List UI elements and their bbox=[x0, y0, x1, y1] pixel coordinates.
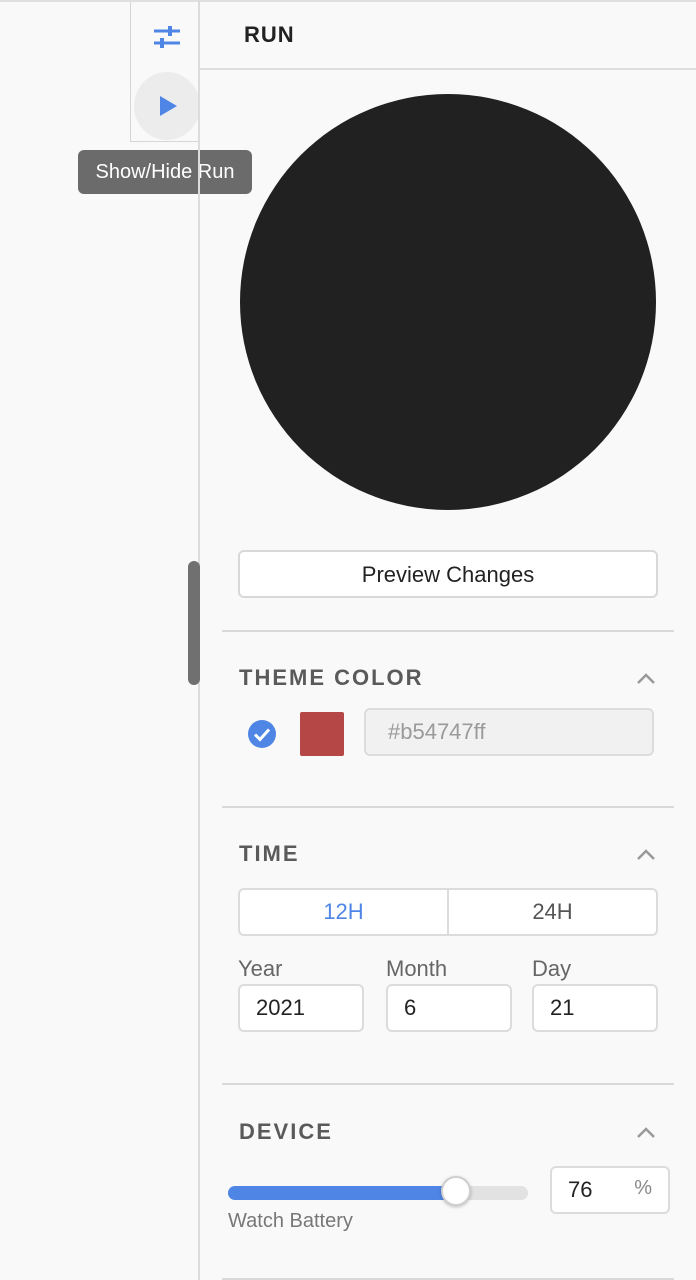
scrollbar-thumb[interactable] bbox=[188, 561, 200, 685]
day-label: Day bbox=[532, 956, 572, 981]
day-field[interactable]: 21 bbox=[532, 984, 658, 1032]
chevron-up-icon[interactable] bbox=[634, 1124, 658, 1140]
battery-label: Watch Battery bbox=[228, 1210, 353, 1232]
chevron-up-icon[interactable] bbox=[634, 670, 658, 686]
battery-slider-thumb[interactable] bbox=[441, 1176, 471, 1206]
theme-color-swatch[interactable] bbox=[300, 712, 344, 756]
battery-unit: % bbox=[634, 1177, 652, 1199]
battery-value: 76 bbox=[568, 1177, 593, 1202]
watch-face-preview bbox=[240, 94, 656, 510]
battery-field[interactable]: 76 % bbox=[550, 1166, 670, 1214]
month-field[interactable]: 6 bbox=[386, 984, 512, 1032]
panel-header: RUN bbox=[200, 2, 696, 70]
year-field[interactable]: 2021 bbox=[238, 984, 364, 1032]
format-12h-option[interactable]: 12H bbox=[240, 890, 449, 934]
time-title: TIME bbox=[239, 841, 300, 866]
panel-title: RUN bbox=[244, 22, 295, 47]
month-label: Month bbox=[386, 956, 448, 981]
section-separator bbox=[222, 630, 674, 632]
device-title: DEVICE bbox=[239, 1119, 333, 1144]
theme-color-field[interactable]: #b54747ff bbox=[364, 708, 654, 756]
show-hide-run-button[interactable] bbox=[134, 72, 200, 140]
run-tooltip: Show/Hide Run bbox=[78, 150, 252, 194]
format-24h-option[interactable]: 24H bbox=[449, 890, 656, 934]
theme-color-title: THEME COLOR bbox=[239, 665, 424, 690]
time-format-toggle: 12H 24H bbox=[238, 888, 658, 936]
settings-button[interactable] bbox=[152, 22, 182, 52]
sliders-icon bbox=[154, 26, 180, 48]
battery-slider-fill bbox=[228, 1186, 456, 1200]
preview-changes-button[interactable]: Preview Changes bbox=[238, 550, 658, 598]
play-icon bbox=[160, 96, 177, 116]
chevron-up-icon[interactable] bbox=[634, 846, 658, 862]
section-separator bbox=[222, 806, 674, 808]
year-label: Year bbox=[238, 956, 283, 981]
check-circle-icon[interactable] bbox=[248, 720, 276, 748]
section-separator bbox=[222, 1083, 674, 1085]
